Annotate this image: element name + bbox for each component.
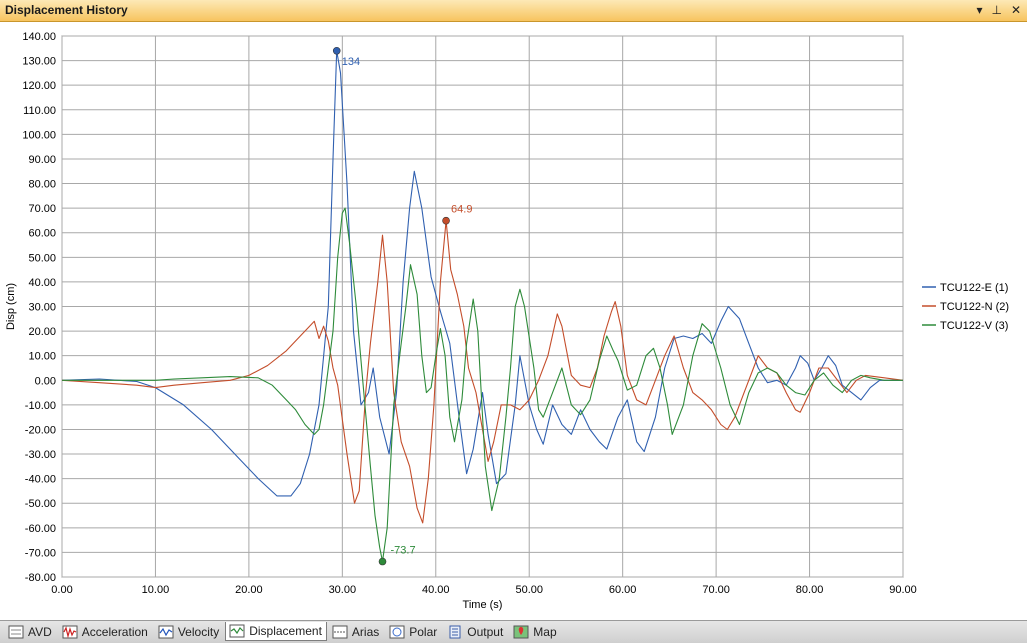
peak-marker: [332, 46, 341, 55]
y-tick-label: 10.00: [28, 351, 56, 363]
x-tick-label: 0.00: [51, 584, 72, 596]
y-axis-label: Disp (cm): [5, 283, 17, 330]
y-tick-label: 100.00: [22, 129, 56, 141]
tab-output[interactable]: Output: [443, 622, 508, 641]
displacement-history-panel: Displacement History ▾ ⊥ ✕ 140.00 130.00 1…: [0, 0, 1027, 643]
y-tick-label: 90.00: [28, 154, 56, 166]
x-axis-label: Time (s): [463, 599, 503, 611]
tab-arias[interactable]: Arias: [328, 622, 384, 641]
legend-entry: TCU122-N (2): [940, 301, 1009, 313]
acceleration-icon: [62, 625, 82, 639]
x-tick-label: 40.00: [422, 584, 450, 596]
y-tick-label: 30.00: [28, 302, 56, 314]
peak-marker: [378, 557, 387, 566]
tab-label: Polar: [409, 624, 438, 639]
output-icon: [447, 625, 467, 639]
y-tick-label: -40.00: [25, 474, 56, 486]
y-tick-label: -30.00: [25, 449, 56, 461]
x-tick-label: 80.00: [796, 584, 824, 596]
y-tick-label: 60.00: [28, 228, 56, 240]
dropdown-arrow-icon[interactable]: ▾: [976, 2, 982, 18]
x-tick-label: 90.00: [889, 584, 917, 596]
x-tick-label: 60.00: [609, 584, 637, 596]
peak-label: -73.7: [391, 545, 416, 557]
x-tick-label: 70.00: [702, 584, 730, 596]
map-icon: [513, 625, 533, 639]
tab-label: AVD: [28, 624, 52, 639]
y-tick-label: -60.00: [25, 523, 56, 535]
y-tick-label: -10.00: [25, 400, 56, 412]
y-tick-label: 120.00: [22, 80, 56, 92]
velocity-icon: [158, 625, 178, 639]
y-tick-label: 130.00: [22, 56, 56, 68]
y-tick-label: 140.00: [22, 31, 56, 43]
tab-label: Map: [533, 624, 557, 639]
x-tick-label: 50.00: [515, 584, 543, 596]
tab-label: Velocity: [177, 624, 220, 639]
legend-entry: TCU122-V (3): [940, 320, 1008, 332]
tab-polar[interactable]: Polar: [385, 622, 442, 641]
tab-label: Displacement: [249, 624, 322, 638]
tab-acceleration[interactable]: Acceleration: [58, 622, 153, 641]
tab-bar: AVD Acceleration Velocity Displacement Arias…: [0, 620, 1027, 643]
x-tick-label: 20.00: [235, 584, 263, 596]
y-tick-label: 110.00: [23, 105, 56, 117]
legend-entry: TCU122-E (1): [940, 282, 1008, 294]
tab-label: Arias: [351, 624, 380, 639]
chart-area: 140.00 130.00 120.00 110.00 100.00 90.00 80.00…: [0, 22, 1027, 620]
y-tick-label: -80.00: [25, 572, 56, 584]
panel-title-bar: Displacement History ▾ ⊥ ✕: [0, 0, 1027, 22]
displacement-icon: [229, 624, 249, 638]
y-tick-label: -50.00: [25, 498, 56, 510]
tab-velocity[interactable]: Velocity: [154, 622, 224, 641]
peak-marker: [442, 216, 450, 225]
x-tick-label: 10.00: [142, 584, 170, 596]
y-tick-label: 70.00: [28, 203, 56, 215]
y-tick-label: 80.00: [28, 179, 56, 191]
y-tick-label: 40.00: [28, 277, 56, 289]
arias-icon: [332, 625, 352, 639]
y-tick-label: 0.00: [35, 375, 56, 387]
pin-icon[interactable]: ⊥: [991, 2, 1001, 18]
y-tick-label: -20.00: [25, 424, 56, 436]
tab-map[interactable]: Map: [509, 622, 561, 641]
x-tick-label: 30.00: [329, 584, 357, 596]
y-tick-label: 20.00: [28, 326, 56, 338]
y-tick-label: -70.00: [25, 547, 56, 559]
avd-icon: [8, 625, 28, 639]
peak-label: 64.9: [451, 204, 472, 216]
tab-displacement[interactable]: Displacement: [225, 622, 327, 641]
peak-label: 134: [342, 56, 360, 68]
close-icon[interactable]: ✕: [1011, 2, 1021, 18]
tab-label: Output: [467, 624, 504, 639]
polar-icon: [389, 625, 409, 639]
y-tick-label: 50.00: [28, 252, 56, 264]
panel-title: Displacement History: [5, 3, 128, 17]
tab-avd[interactable]: AVD: [4, 622, 57, 641]
tab-label: Acceleration: [81, 624, 148, 639]
displacement-chart: 140.00 130.00 120.00 110.00 100.00 90.00 80.00…: [5, 31, 1009, 611]
